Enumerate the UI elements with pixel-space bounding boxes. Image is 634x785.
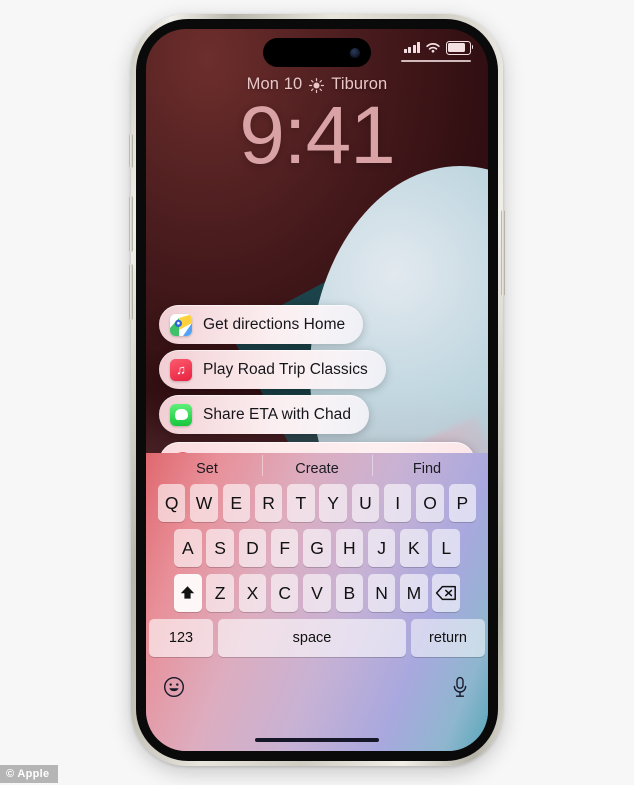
key-a[interactable]: A xyxy=(174,529,202,567)
key-j[interactable]: J xyxy=(367,529,396,567)
wifi-icon xyxy=(426,42,440,53)
lock-screen-time: 9:41 xyxy=(239,90,396,181)
key-y[interactable]: Y xyxy=(319,484,347,522)
predictive-text-bar: Set Create Find xyxy=(146,453,488,484)
key-c[interactable]: C xyxy=(270,574,299,612)
suggestion-chip-messages[interactable]: Share ETA with Chad xyxy=(159,395,369,434)
key-d[interactable]: D xyxy=(238,529,267,567)
status-bar-indicators xyxy=(403,41,474,55)
music-app-icon: ♫ xyxy=(170,358,192,381)
microphone-icon[interactable] xyxy=(448,675,472,699)
prediction-item[interactable]: Find xyxy=(372,454,482,477)
dynamic-island xyxy=(263,38,371,67)
key-l[interactable]: L xyxy=(432,529,460,567)
messages-app-icon xyxy=(170,403,192,426)
keyboard-row-3: Z X C V B N M xyxy=(146,574,488,612)
front-camera-icon xyxy=(350,47,360,58)
key-q[interactable]: Q xyxy=(157,484,186,522)
suggestion-chip-label: Share ETA with Chad xyxy=(203,405,351,423)
emoji-icon[interactable] xyxy=(162,675,186,699)
numbers-key[interactable]: 123 xyxy=(149,619,213,657)
key-m[interactable]: M xyxy=(400,574,428,612)
key-r[interactable]: R xyxy=(254,484,283,522)
prediction-item[interactable]: Create xyxy=(262,454,372,477)
volume-down-button[interactable] xyxy=(129,264,133,320)
key-i[interactable]: I xyxy=(383,484,412,522)
battery-icon xyxy=(446,41,474,55)
volume-up-button[interactable] xyxy=(129,196,133,252)
suggestion-chip-directions[interactable]: Get directions Home xyxy=(159,305,364,344)
suggestion-chip-label: Get directions Home xyxy=(203,315,346,333)
maps-app-icon xyxy=(170,313,192,336)
key-f[interactable]: F xyxy=(270,529,299,567)
return-key[interactable]: return xyxy=(411,619,485,657)
home-indicator[interactable] xyxy=(255,737,379,742)
iphone-device: Mon 10 Tiburon 9:41 Get directions Home … xyxy=(129,14,505,766)
lock-screen-clock-area: Mon 10 Tiburon 9:41 xyxy=(146,75,488,176)
keyboard-row-1: Q W E R T Y U I O P xyxy=(146,484,488,522)
keyboard-row-2: A S D F G H J K L xyxy=(146,529,488,567)
key-t[interactable]: T xyxy=(287,484,315,522)
delete-icon[interactable] xyxy=(432,574,460,612)
cellular-signal-icon xyxy=(403,42,420,54)
keyboard-row-4: 123 space return xyxy=(146,619,488,657)
power-button[interactable] xyxy=(501,210,505,296)
action-button[interactable] xyxy=(129,134,133,168)
key-x[interactable]: X xyxy=(238,574,267,612)
key-s[interactable]: S xyxy=(206,529,234,567)
onscreen-keyboard: Set Create Find Q W E R T Y U I O P A S … xyxy=(146,453,488,751)
suggestion-chip-music[interactable]: ♫ Play Road Trip Classics xyxy=(159,350,386,389)
status-bar-underline xyxy=(401,60,471,62)
shift-icon[interactable] xyxy=(174,574,202,612)
apple-watermark: © Apple xyxy=(0,765,59,783)
key-g[interactable]: G xyxy=(303,529,331,567)
key-v[interactable]: V xyxy=(303,574,331,612)
key-z[interactable]: Z xyxy=(206,574,234,612)
key-b[interactable]: B xyxy=(335,574,364,612)
key-o[interactable]: O xyxy=(416,484,444,522)
key-h[interactable]: H xyxy=(335,529,364,567)
key-w[interactable]: W xyxy=(190,484,218,522)
status-bar xyxy=(146,29,488,73)
prediction-item[interactable]: Set xyxy=(152,461,262,477)
key-e[interactable]: E xyxy=(222,484,250,522)
lock-screen-date-row: Mon 10 Tiburon xyxy=(146,75,488,94)
space-key[interactable]: space xyxy=(218,619,406,657)
key-p[interactable]: P xyxy=(448,484,477,522)
keyboard-bottom-bar xyxy=(146,664,488,710)
key-k[interactable]: K xyxy=(400,529,428,567)
suggestion-chip-label: Play Road Trip Classics xyxy=(203,360,368,378)
key-u[interactable]: U xyxy=(351,484,380,522)
key-n[interactable]: N xyxy=(367,574,396,612)
phone-screen: Mon 10 Tiburon 9:41 Get directions Home … xyxy=(146,29,488,751)
sun-icon xyxy=(309,78,325,93)
